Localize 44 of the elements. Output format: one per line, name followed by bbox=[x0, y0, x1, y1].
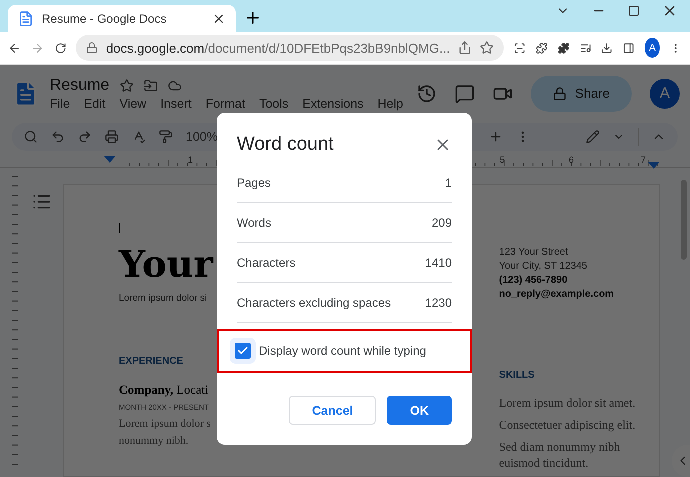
name-heading: Your bbox=[119, 243, 214, 285]
menu-item[interactable]: Extensions bbox=[302, 96, 364, 110]
profile-avatar[interactable]: A bbox=[644, 38, 660, 58]
skill-item: Sed diam nonummy nibh euismod tincidunt. bbox=[499, 439, 622, 471]
contact-line: 123 Your Street bbox=[499, 246, 570, 260]
menu-item[interactable]: View bbox=[120, 96, 147, 110]
menu-item[interactable]: Help bbox=[378, 96, 404, 110]
ruler-number: 6 bbox=[569, 155, 574, 165]
checkbox-label[interactable]: Display word count while typing bbox=[259, 344, 426, 358]
stat-value: 1230 bbox=[425, 296, 452, 310]
contact-line: Your City, ST 12345 bbox=[499, 260, 588, 274]
ruler-number: 1 bbox=[188, 155, 194, 165]
dialog-title: Word count bbox=[237, 134, 334, 156]
stat-label: Characters bbox=[237, 256, 296, 270]
menu-item[interactable]: File bbox=[50, 96, 70, 110]
ok-button[interactable]: OK bbox=[387, 396, 452, 425]
menu-item[interactable]: Edit bbox=[84, 96, 106, 110]
skill-item: Consectetuer adipiscing elit. bbox=[499, 417, 637, 433]
body-text: Lorem ipsum dolor s nonummy nibh. bbox=[119, 417, 212, 449]
skill-item: Lorem ipsum dolor sit amet. bbox=[499, 395, 637, 411]
stat-label: Words bbox=[237, 216, 272, 230]
stat-value: 1410 bbox=[425, 256, 452, 270]
menu-item[interactable]: Tools bbox=[259, 96, 289, 110]
cancel-button[interactable]: Cancel bbox=[289, 396, 376, 425]
menu-item[interactable]: Insert bbox=[160, 96, 192, 110]
account-avatar[interactable]: A bbox=[650, 78, 680, 108]
stat-label: Characters excluding spaces bbox=[237, 296, 392, 310]
company-title: Company, Locati bbox=[119, 383, 210, 398]
intro-text: Lorem ipsum dolor si bbox=[119, 293, 208, 304]
document-title[interactable]: Resume bbox=[50, 76, 110, 94]
contact-line: (123) 456-7890 bbox=[499, 274, 569, 288]
browser-tab[interactable]: Resume - Google Docs bbox=[8, 5, 236, 32]
section-heading: EXPERIENCE bbox=[119, 356, 184, 367]
address-bar[interactable]: docs.google.com/document/d/10DFEtbPqs23bB9nblQMG... bbox=[76, 35, 504, 61]
share-button[interactable]: Share bbox=[531, 76, 632, 112]
menu-item[interactable]: Format bbox=[206, 96, 246, 110]
stat-value: 209 bbox=[432, 216, 452, 230]
ruler-number: 7 bbox=[641, 155, 646, 165]
stat-label: Pages bbox=[237, 176, 272, 190]
contact-line: no_reply@example.com bbox=[499, 288, 616, 302]
stat-value: 1 bbox=[445, 176, 452, 190]
zoom-select[interactable]: 100% bbox=[186, 130, 218, 144]
ruler-number: 5 bbox=[500, 155, 506, 165]
section-heading: SKILLS bbox=[499, 370, 536, 381]
